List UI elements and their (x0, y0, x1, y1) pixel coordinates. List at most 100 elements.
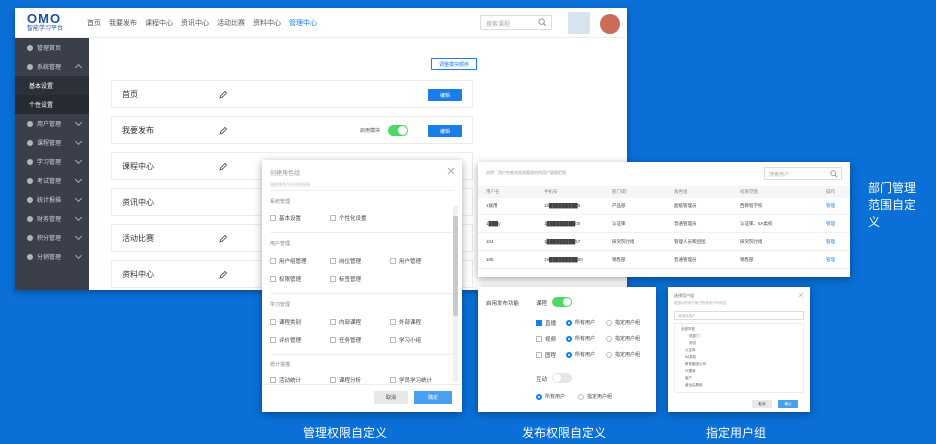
col-header: 权限范围 (740, 189, 758, 194)
sidebar-item-courses[interactable]: 课程管理 (15, 133, 89, 152)
cancel-button[interactable]: 取消 (752, 400, 772, 408)
manage-link[interactable]: 管理 (826, 257, 835, 263)
enable-module-toggle[interactable] (388, 125, 408, 136)
nav-publish[interactable]: 我要发布 (109, 18, 137, 28)
sidebar-item-label: 考试管理 (37, 179, 62, 185)
scrollbar[interactable] (453, 206, 458, 382)
pencil-icon[interactable] (218, 234, 228, 244)
nav-courses[interactable]: 课程中心 (145, 18, 173, 28)
pencil-icon[interactable] (218, 126, 228, 136)
user-group-radio[interactable]: 指定用户组 (606, 335, 640, 342)
nav-admin[interactable]: 管理中心 (289, 18, 317, 28)
tree-node[interactable]: 5A类校 (685, 355, 696, 360)
share-icon (27, 253, 33, 260)
finance-icon (27, 215, 33, 222)
search-icon[interactable] (830, 170, 838, 178)
publish-toggle[interactable] (552, 297, 572, 307)
user-select-input[interactable]: 请选择用户 (674, 311, 804, 320)
perm-checkbox[interactable]: 用户组管理 (270, 257, 307, 265)
cell: 认证库、5A类校 (740, 221, 773, 226)
nav-resources[interactable]: 资料中心 (253, 18, 281, 28)
user-search-input[interactable]: 搜索用户 (764, 167, 842, 180)
cell: 研究院讨组 (612, 239, 635, 244)
edit-button[interactable]: 编辑 (428, 89, 462, 101)
all-users-radio[interactable]: 所有用户 (536, 393, 565, 400)
sidebar-item-users[interactable]: 用户管理 (15, 114, 89, 133)
tree-node[interactable]: 营运后期组 (685, 383, 703, 388)
logo[interactable]: OMO 智能学习平台 (27, 12, 87, 34)
cancel-button[interactable]: 取消 (374, 391, 408, 404)
caption-user-group: 指定用户组 (706, 426, 767, 440)
tree-node[interactable]: 教育集团公司 (685, 362, 706, 367)
close-icon[interactable] (446, 166, 456, 176)
user-avatar[interactable] (600, 14, 620, 34)
avatar[interactable] (568, 12, 590, 34)
all-users-radio[interactable]: 所有用户 (566, 351, 595, 358)
sidebar-item-system[interactable]: 系统管理 (15, 57, 89, 76)
manage-link[interactable]: 管理 (826, 203, 835, 209)
tree-node[interactable]: 测试 (689, 341, 696, 346)
scrollbar-thumb[interactable] (453, 216, 458, 316)
sidebar-item-basic-settings[interactable]: 基本设置 (15, 76, 89, 95)
perm-checkbox[interactable]: 评价管理 (270, 336, 301, 344)
user-group-radio[interactable]: 指定用户组 (578, 393, 612, 400)
sidebar-item-dashboard[interactable]: 管理首页 (15, 38, 89, 57)
sidebar-item-stats[interactable]: 统计报描 (15, 190, 89, 209)
tree-node[interactable]: 现部门 (689, 334, 700, 339)
sidebar-item-points[interactable]: 积分管理 (15, 228, 89, 247)
manage-link[interactable]: 管理 (826, 221, 835, 227)
edit-button[interactable]: 编辑 (428, 125, 462, 137)
all-users-radio[interactable]: 所有用户 (566, 319, 595, 326)
perm-checkbox[interactable]: 基本设置 (270, 214, 301, 222)
sidebar-item-distribution[interactable]: 分销管理 (15, 247, 89, 266)
manage-link[interactable]: 管理 (826, 239, 835, 245)
cell: 18█████████9 (544, 203, 581, 208)
table-header: 用户名 手机号 部门/职 角色组 权限范围 操作 (478, 186, 850, 198)
pencil-icon[interactable] (218, 270, 228, 280)
nav-events[interactable]: 活动比赛 (217, 18, 245, 28)
tree-node[interactable]: 客户 (685, 376, 692, 381)
perm-checkbox[interactable]: 个性化设置 (330, 214, 367, 222)
user-group-radio[interactable]: 指定用户组 (606, 351, 640, 358)
perm-checkbox[interactable]: 任务管理 (330, 336, 361, 344)
chevron-down-icon (74, 251, 83, 260)
perm-checkbox[interactable]: 标签管理 (330, 275, 361, 283)
pencil-icon[interactable] (218, 162, 228, 172)
confirm-button[interactable]: 确定 (414, 391, 452, 404)
perm-checkbox[interactable]: 岗位管理 (330, 257, 361, 265)
sidebar-item-finance[interactable]: 财务管理 (15, 209, 89, 228)
sidebar-item-label: 学习管理 (37, 160, 62, 166)
perm-checkbox[interactable]: 权限管理 (270, 275, 301, 283)
sidebar-item-personal-settings[interactable]: 个性设置 (15, 95, 89, 114)
search-icon[interactable] (538, 18, 547, 27)
course-label: 课程 (536, 301, 548, 307)
pencil-icon[interactable] (218, 90, 228, 100)
close-icon[interactable] (798, 292, 804, 298)
perm-checkbox[interactable]: 外部课程 (390, 318, 421, 326)
sidebar-item-exams[interactable]: 考试管理 (15, 171, 89, 190)
interaction-toggle[interactable] (552, 373, 572, 383)
tree-node[interactable]: 认证库 (685, 348, 696, 353)
perm-checkbox[interactable]: 课程分析 (330, 376, 361, 384)
perm-checkbox[interactable]: 活动统计 (270, 376, 301, 384)
perm-checkbox[interactable]: 学员学习统计 (390, 376, 432, 384)
nav-news[interactable]: 资讯中心 (181, 18, 209, 28)
nav-home[interactable]: 首页 (87, 18, 101, 28)
dept-scope-table: 说明：用户在能浏览和管理的的用户管理范围 搜索用户 用户名 手机号 部门/职 角… (478, 162, 850, 277)
type-checkbox-live[interactable]: 直播 (536, 319, 556, 327)
sort-modules-button[interactable]: 调整模块顺序 (431, 58, 477, 70)
group-title: 用户管理 (270, 241, 291, 247)
sidebar-item-learning[interactable]: 学习管理 (15, 152, 89, 171)
perm-checkbox[interactable]: 内部课程 (330, 318, 361, 326)
tree-node[interactable]: 代理商 (685, 369, 696, 374)
tree-node[interactable]: 全部学校 (681, 327, 695, 332)
perm-checkbox[interactable]: 用户管理 (390, 257, 421, 265)
confirm-button[interactable]: 确认 (778, 400, 798, 408)
user-group-radio[interactable]: 指定用户组 (606, 319, 640, 326)
type-checkbox-video[interactable]: 视频 (536, 335, 556, 343)
perm-checkbox[interactable]: 课程类别 (270, 318, 301, 326)
search-input[interactable]: 搜索课程 (480, 15, 552, 30)
perm-checkbox[interactable]: 学习小组 (390, 336, 421, 344)
all-users-radio[interactable]: 所有用户 (566, 335, 595, 342)
type-checkbox-graphic[interactable]: 图程 (536, 351, 556, 359)
